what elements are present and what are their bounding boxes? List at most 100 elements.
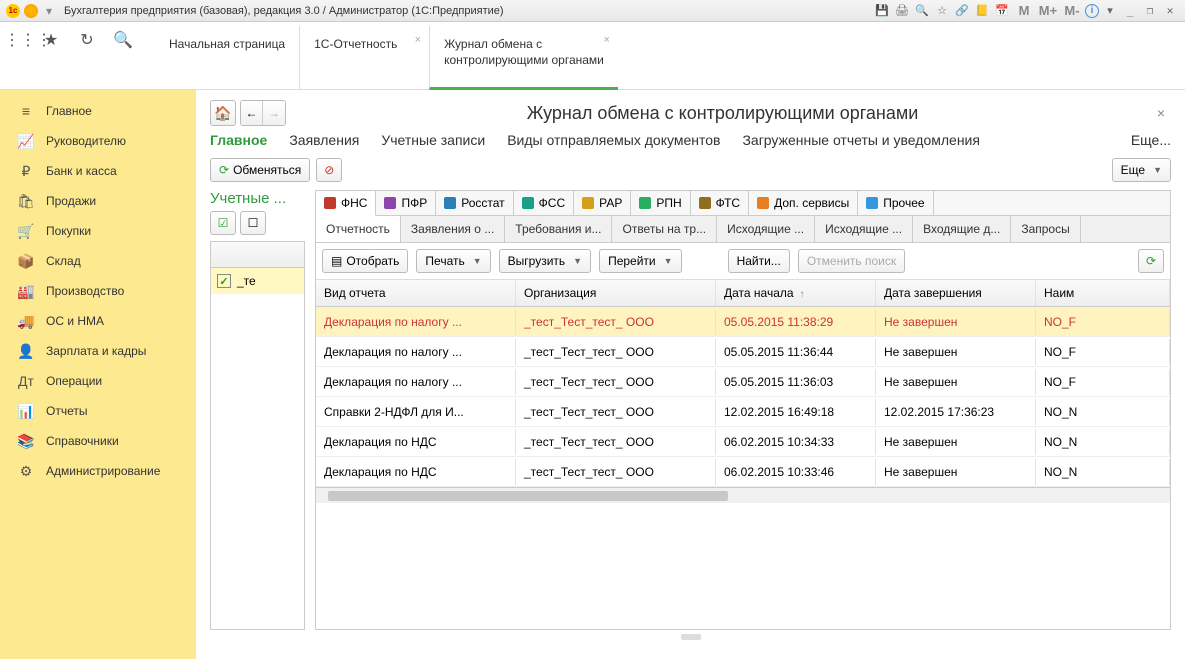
- info-icon[interactable]: i: [1085, 4, 1099, 18]
- table-row[interactable]: Декларация по НДС_тест_Тест_тест_ ООО06.…: [316, 427, 1170, 457]
- window-minimize[interactable]: _: [1121, 3, 1139, 19]
- cell-org: _тест_Тест_тест_ ООО: [516, 309, 716, 335]
- category-tab[interactable]: Заявления о ...: [401, 216, 505, 242]
- agency-tab[interactable]: Прочее: [858, 191, 933, 215]
- find-button[interactable]: Найти...: [728, 249, 790, 273]
- check-all-button[interactable]: ☑: [210, 211, 236, 235]
- list-item[interactable]: ✓ _те: [211, 268, 304, 294]
- print-icon[interactable]: 🖨: [893, 3, 911, 19]
- agency-tab[interactable]: РАР: [574, 191, 631, 215]
- subnav-main[interactable]: Главное: [210, 132, 267, 148]
- calendar-icon[interactable]: 📅: [993, 3, 1011, 19]
- sidebar-item-warehouse[interactable]: 📦Склад: [0, 246, 196, 276]
- sidebar-item-label: Главное: [46, 104, 92, 118]
- horizontal-scrollbar[interactable]: [316, 487, 1170, 503]
- subnav-accounts[interactable]: Учетные записи: [381, 132, 485, 148]
- category-tab[interactable]: Запросы: [1011, 216, 1080, 242]
- close-icon[interactable]: ×: [415, 34, 421, 46]
- page-close-button[interactable]: ×: [1151, 105, 1171, 121]
- table-row[interactable]: Справки 2-НДФЛ для И..._тест_Тест_тест_ …: [316, 397, 1170, 427]
- window-close[interactable]: ✕: [1161, 3, 1179, 19]
- sidebar-item-hr[interactable]: 👤Зарплата и кадры: [0, 336, 196, 366]
- window-restore[interactable]: ❐: [1141, 3, 1159, 19]
- sidebar-item-reports[interactable]: 📊Отчеты: [0, 396, 196, 426]
- memory-mminus[interactable]: M-: [1061, 3, 1083, 19]
- window-title: Бухгалтерия предприятия (базовая), редак…: [60, 5, 869, 17]
- filter-button[interactable]: ▤ Отобрать: [322, 249, 408, 273]
- sidebar-item-main[interactable]: ≡ Главное: [0, 96, 196, 126]
- star-tool-icon[interactable]: ★: [40, 30, 62, 52]
- sidebar-item-production[interactable]: 🏭Производство: [0, 276, 196, 306]
- form-mode-button[interactable]: ⊘: [316, 158, 342, 182]
- save-icon[interactable]: 💾: [873, 3, 891, 19]
- table-row[interactable]: Декларация по налогу ..._тест_Тест_тест_…: [316, 337, 1170, 367]
- sidebar-item-admin[interactable]: ⚙Администрирование: [0, 456, 196, 486]
- category-tab[interactable]: Требования и...: [505, 216, 612, 242]
- col-end[interactable]: Дата завершения: [876, 280, 1036, 306]
- agency-tab[interactable]: ПФР: [376, 191, 436, 215]
- favorite-icon[interactable]: ☆: [933, 3, 951, 19]
- sidebar-item-refs[interactable]: 📚Справочники: [0, 426, 196, 456]
- goto-button[interactable]: Перейти▼: [599, 249, 681, 273]
- close-icon[interactable]: ×: [603, 34, 609, 46]
- exchange-button[interactable]: ⟳ Обменяться: [210, 158, 310, 182]
- table-row[interactable]: Декларация по налогу ..._тест_Тест_тест_…: [316, 307, 1170, 337]
- tab-exchange-journal[interactable]: Журнал обмена с контролирующими органами…: [429, 26, 618, 90]
- export-button[interactable]: Выгрузить▼: [499, 249, 591, 273]
- memory-mplus[interactable]: M+: [1037, 3, 1059, 19]
- category-tab[interactable]: Входящие д...: [913, 216, 1011, 242]
- agency-tab[interactable]: РПН: [631, 191, 690, 215]
- subnav-loaded[interactable]: Загруженные отчеты и уведомления: [742, 132, 980, 148]
- cell-name: NO_F: [1036, 339, 1170, 365]
- agency-tab[interactable]: ФНС: [316, 191, 376, 216]
- memory-m[interactable]: М: [1013, 3, 1035, 19]
- link-icon[interactable]: 🔗: [953, 3, 971, 19]
- sidebar-item-purchases[interactable]: 🛒Покупки: [0, 216, 196, 246]
- main-icon: ≡: [18, 103, 34, 119]
- info-dropdown-icon[interactable]: ▾: [1101, 3, 1119, 19]
- agency-tab[interactable]: ФТС: [691, 191, 749, 215]
- forward-button[interactable]: →: [263, 101, 285, 125]
- sidebar-item-assets[interactable]: 🚚ОС и НМА: [0, 306, 196, 336]
- cancel-search-button: Отменить поиск: [798, 249, 905, 273]
- sidebar-item-operations[interactable]: ДтОперации: [0, 366, 196, 396]
- col-type[interactable]: Вид отчета: [316, 280, 516, 306]
- sidebar-item-bank[interactable]: ₽Банк и касса: [0, 156, 196, 186]
- checkbox-icon[interactable]: ✓: [217, 274, 231, 288]
- agency-tab[interactable]: Росстат: [436, 191, 513, 215]
- more-button[interactable]: Еще ▼: [1112, 158, 1171, 182]
- back-button[interactable]: ←: [241, 101, 263, 125]
- col-org[interactable]: Организация: [516, 280, 716, 306]
- print-button[interactable]: Печать▼: [416, 249, 490, 273]
- category-tab[interactable]: Отчетность: [316, 216, 401, 242]
- sidebar-item-sales[interactable]: 🛍Продажи: [0, 186, 196, 216]
- history-icon[interactable]: ↻: [76, 30, 98, 52]
- subnav-more[interactable]: Еще...: [1131, 132, 1171, 148]
- refresh-grid-button[interactable]: ⟳: [1138, 249, 1164, 273]
- home-button[interactable]: 🏠: [210, 100, 236, 126]
- category-tab[interactable]: Ответы на тр...: [612, 216, 717, 242]
- sidebar-item-label: Администрирование: [46, 464, 160, 478]
- table-row[interactable]: Декларация по НДС_тест_Тест_тест_ ООО06.…: [316, 457, 1170, 487]
- agency-tab[interactable]: Доп. сервисы: [749, 191, 858, 215]
- subnav-requests[interactable]: Заявления: [289, 132, 359, 148]
- category-tab[interactable]: Исходящие ...: [717, 216, 815, 242]
- table-row[interactable]: Декларация по налогу ..._тест_Тест_тест_…: [316, 367, 1170, 397]
- calculator-icon[interactable]: 📒: [973, 3, 991, 19]
- scrollbar-thumb[interactable]: [328, 491, 728, 501]
- agency-tab[interactable]: ФСС: [514, 191, 574, 215]
- search-icon[interactable]: 🔍: [112, 30, 134, 52]
- uncheck-all-button[interactable]: ☐: [240, 211, 266, 235]
- tab-home[interactable]: Начальная страница: [155, 26, 299, 90]
- apps-icon[interactable]: ⋮⋮⋮: [4, 30, 26, 52]
- subnav-doctypes[interactable]: Виды отправляемых документов: [507, 132, 720, 148]
- preview-icon[interactable]: 🔍: [913, 3, 931, 19]
- resize-handle[interactable]: [681, 634, 701, 640]
- col-start[interactable]: Дата начала↑: [716, 280, 876, 306]
- col-name[interactable]: Наим: [1036, 280, 1170, 306]
- sidebar-item-manager[interactable]: 📈Руководителю: [0, 126, 196, 156]
- agency-tabs: ФНСПФРРосстатФССРАРРПНФТСДоп. сервисыПро…: [316, 191, 1170, 216]
- dropdown-arrow-icon[interactable]: ▾: [42, 4, 56, 18]
- tab-1c-report[interactable]: 1С-Отчетность ×: [299, 26, 429, 90]
- category-tab[interactable]: Исходящие ...: [815, 216, 913, 242]
